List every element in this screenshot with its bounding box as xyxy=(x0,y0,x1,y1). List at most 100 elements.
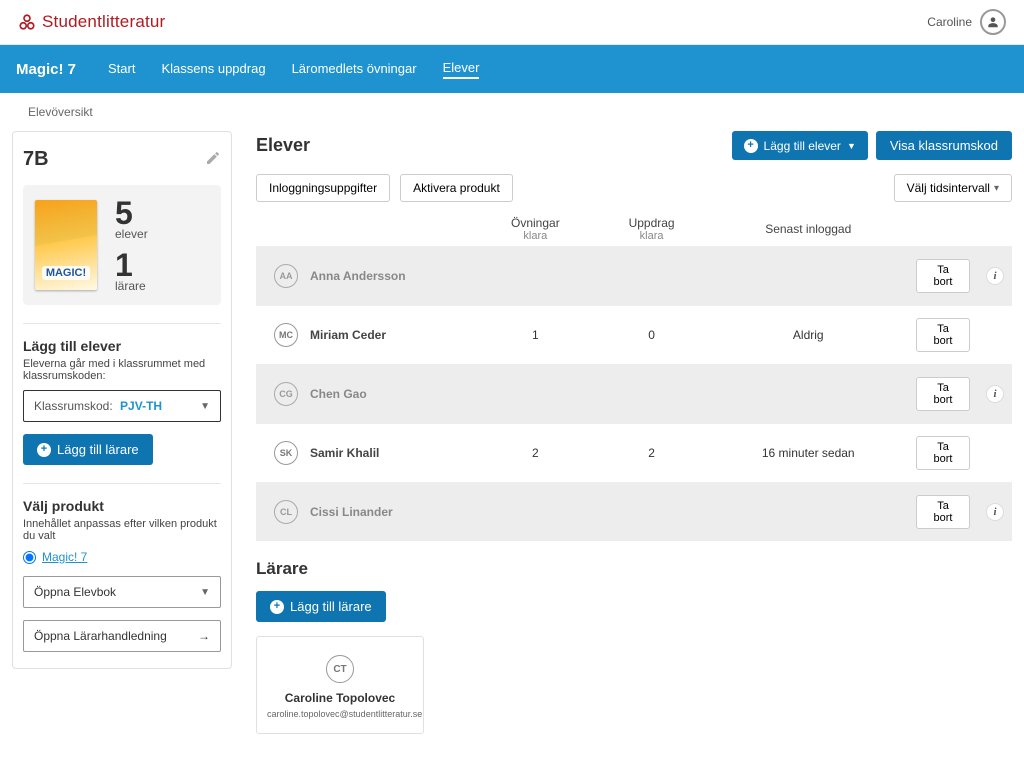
open-lararhandledning-label: Öppna Lärarhandledning xyxy=(34,629,167,643)
add-teacher-button-sidebar[interactable]: + Lägg till lärare xyxy=(23,434,153,465)
student-name[interactable]: Samir Khalil xyxy=(310,446,379,460)
cell-uppdrag: 0 xyxy=(595,306,709,365)
user-avatar-icon xyxy=(980,9,1006,35)
brand[interactable]: Studentlitteratur xyxy=(18,12,165,32)
chevron-down-icon: ▾ xyxy=(994,183,999,194)
table-row: MC Miriam Ceder 10AldrigTa bort xyxy=(256,306,1012,365)
class-summary-card: MAGIC! 5 elever 1 lärare xyxy=(23,185,221,305)
product-radio[interactable] xyxy=(23,551,36,564)
open-elevbok-dropdown[interactable]: Öppna Elevbok ▼ xyxy=(23,576,221,608)
student-name[interactable]: Anna Andersson xyxy=(310,269,406,283)
student-name[interactable]: Miriam Ceder xyxy=(310,328,386,342)
cell-ovningar: 1 xyxy=(476,306,595,365)
plus-circle-icon: + xyxy=(270,600,284,614)
cell-uppdrag xyxy=(595,483,709,542)
product-radio-label[interactable]: Magic! 7 xyxy=(42,550,87,564)
choose-product-desc: Innehållet anpassas efter vilken produkt… xyxy=(23,518,221,542)
brand-logo-icon xyxy=(18,13,36,31)
breadcrumb: Elevöversikt xyxy=(0,93,1024,131)
table-row: CL Cissi Linander Ta bort i xyxy=(256,483,1012,542)
page-title: Elever xyxy=(256,135,310,156)
main-content: Elever + Lägg till elever ▼ Visa klassru… xyxy=(256,131,1012,734)
cell-ovningar: 2 xyxy=(476,424,595,483)
plus-circle-icon: + xyxy=(744,139,758,153)
time-interval-dropdown[interactable]: Välj tidsintervall ▾ xyxy=(894,174,1012,202)
nav-klassens-uppdrag[interactable]: Klassens uppdrag xyxy=(161,61,265,78)
add-teacher-label: Lägg till lärare xyxy=(57,442,139,457)
student-avatar: AA xyxy=(274,264,298,288)
nav-start[interactable]: Start xyxy=(108,61,135,78)
cell-senast: 16 minuter sedan xyxy=(709,424,909,483)
info-icon[interactable]: i xyxy=(986,385,1004,403)
teachers-count: 1 xyxy=(115,249,148,281)
teacher-email: caroline.topolovec@studentlitteratur.se xyxy=(267,709,413,719)
students-label: elever xyxy=(115,227,148,241)
open-lararhandledning-button[interactable]: Öppna Lärarhandledning → xyxy=(23,620,221,652)
open-elevbok-label: Öppna Elevbok xyxy=(34,585,116,599)
user-menu[interactable]: Caroline xyxy=(927,9,1006,35)
cell-senast xyxy=(709,483,909,542)
col-ovningar: Övningar klara xyxy=(476,212,595,247)
topbar: Studentlitteratur Caroline xyxy=(0,0,1024,45)
classroom-code-dropdown[interactable]: Klassrumskod: PJV-TH ▼ xyxy=(23,390,221,422)
add-students-button[interactable]: + Lägg till elever ▼ xyxy=(732,131,868,160)
col-senast: Senast inloggad xyxy=(709,212,909,247)
classroom-code-value: PJV-TH xyxy=(120,399,162,413)
plus-circle-icon: + xyxy=(37,443,51,457)
arrow-right-icon: → xyxy=(198,629,210,643)
cell-ovningar xyxy=(476,365,595,424)
add-students-button-label: Lägg till elever xyxy=(764,139,841,153)
student-avatar: SK xyxy=(274,441,298,465)
book-cover: MAGIC! xyxy=(35,200,97,290)
brand-text: Studentlitteratur xyxy=(42,12,165,32)
activate-product-button[interactable]: Aktivera produkt xyxy=(400,174,513,202)
add-students-title: Lägg till elever xyxy=(23,338,221,354)
student-avatar: MC xyxy=(274,323,298,347)
add-students-desc: Eleverna går med i klassrummet med klass… xyxy=(23,358,221,382)
student-avatar: CG xyxy=(274,382,298,406)
col-uppdrag: Uppdrag klara xyxy=(595,212,709,247)
remove-student-button[interactable]: Ta bort xyxy=(916,436,970,470)
student-avatar: CL xyxy=(274,500,298,524)
choose-product-title: Välj produkt xyxy=(23,498,221,514)
cell-ovningar xyxy=(476,247,595,306)
login-info-button[interactable]: Inloggningsuppgifter xyxy=(256,174,390,202)
teachers-label: lärare xyxy=(115,279,148,293)
students-count: 5 xyxy=(115,197,148,229)
cell-senast xyxy=(709,247,909,306)
chevron-down-icon: ▼ xyxy=(200,401,210,412)
info-icon[interactable]: i xyxy=(986,267,1004,285)
chevron-down-icon: ▼ xyxy=(847,141,856,151)
cell-senast: Aldrig xyxy=(709,306,909,365)
cell-senast xyxy=(709,365,909,424)
nav-product-title: Magic! 7 xyxy=(16,61,76,78)
remove-student-button[interactable]: Ta bort xyxy=(916,318,970,352)
remove-student-button[interactable]: Ta bort xyxy=(916,495,970,529)
teachers-section-title: Lärare xyxy=(256,559,1012,579)
edit-class-icon[interactable] xyxy=(205,150,221,169)
nav-laromedlets-ovningar[interactable]: Läromedlets övningar xyxy=(292,61,417,78)
teacher-name: Caroline Topolovec xyxy=(267,691,413,705)
student-name[interactable]: Cissi Linander xyxy=(310,505,393,519)
navbar: Magic! 7 Start Klassens uppdrag Läromedl… xyxy=(0,45,1024,93)
add-teacher-button-main[interactable]: + Lägg till lärare xyxy=(256,591,386,622)
remove-student-button[interactable]: Ta bort xyxy=(916,259,970,293)
info-icon[interactable]: i xyxy=(986,503,1004,521)
class-name: 7B xyxy=(23,148,49,171)
classroom-code-label: Klassrumskod: xyxy=(34,399,113,413)
table-row: CG Chen Gao Ta bort i xyxy=(256,365,1012,424)
nav-elever[interactable]: Elever xyxy=(443,60,480,79)
remove-student-button[interactable]: Ta bort xyxy=(916,377,970,411)
cell-uppdrag: 2 xyxy=(595,424,709,483)
add-teacher-button-label: Lägg till lärare xyxy=(290,599,372,614)
teacher-avatar: CT xyxy=(326,655,354,683)
table-row: SKSamir Khalil2216 minuter sedanTa bort xyxy=(256,424,1012,483)
book-cover-title: MAGIC! xyxy=(42,266,90,280)
chevron-down-icon: ▼ xyxy=(200,587,210,598)
table-row: AA Anna Andersson Ta bort i xyxy=(256,247,1012,306)
student-name[interactable]: Chen Gao xyxy=(310,387,367,401)
time-interval-label: Välj tidsintervall xyxy=(907,181,990,195)
students-table: Övningar klara Uppdrag klara Senast inlo… xyxy=(256,212,1012,541)
cell-uppdrag xyxy=(595,365,709,424)
show-classroom-code-button[interactable]: Visa klassrumskod xyxy=(876,131,1012,160)
